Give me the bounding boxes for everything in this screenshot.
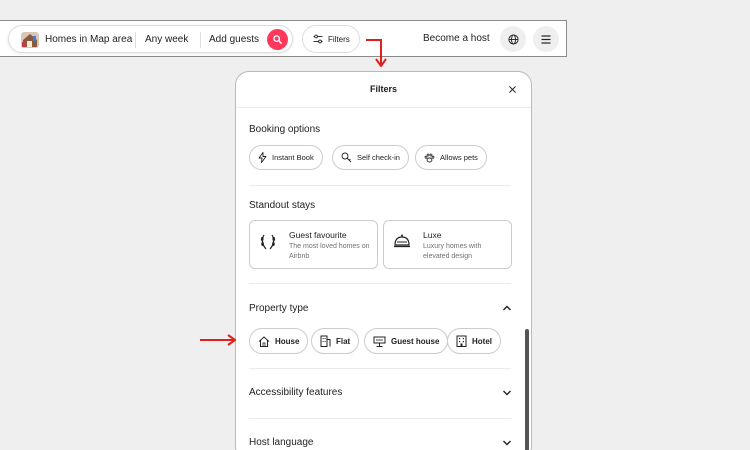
annotation-arrows: [200, 39, 387, 346]
arrow-to-house: [200, 334, 236, 346]
arrow-to-filters: [366, 39, 387, 67]
